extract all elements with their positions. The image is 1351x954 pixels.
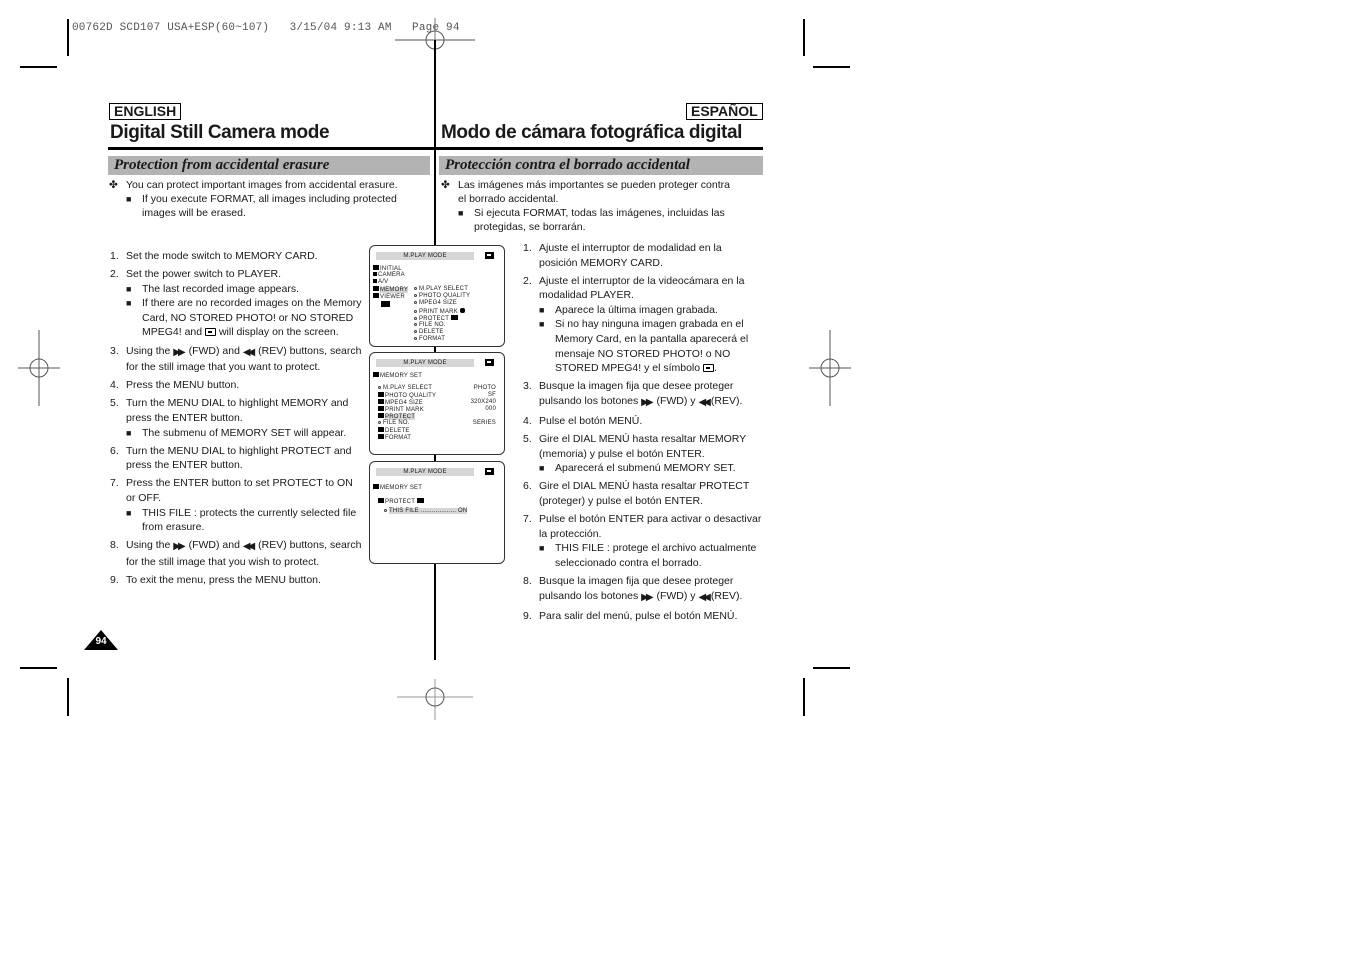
- cross-bullet-icon: ✤: [109, 179, 118, 191]
- menu-item-camera: CAMERA: [373, 272, 405, 279]
- crop-mark: [67, 678, 69, 716]
- square-bullet-icon: ■: [539, 543, 545, 554]
- crop-mark: [803, 19, 805, 56]
- rev-icon: ◀◀: [698, 396, 711, 408]
- square-bullet-icon: ■: [126, 298, 132, 309]
- submenu-item: MPEG4 SIZE: [414, 300, 457, 307]
- step: 9. Para salir del menú, pulse el botón ME…: [523, 609, 738, 622]
- submenu-item: M.PLAY SELECT: [414, 286, 468, 293]
- step: 1. Ajuste el interruptor de modalidad en …: [523, 242, 722, 269]
- screen-heading: MEMORY SET: [373, 484, 422, 492]
- registration-mark-icon: [397, 679, 473, 720]
- step: 1. Set the mode switch to MEMORY CARD.: [110, 250, 318, 262]
- lcd-screen-memory-set: M.PLAY MODE MEMORY SET M.PLAY SELECT PHOT…: [369, 352, 505, 455]
- card-icon: [381, 301, 390, 307]
- row-icon: [378, 386, 381, 389]
- fwd-icon: ▶▶: [173, 541, 186, 553]
- step: 2. Set the power switch to PLAYER. ■ The l…: [110, 268, 362, 339]
- step: 3. Using the ▶▶ (FWD) and ◀◀ (REV) button…: [110, 344, 362, 374]
- memory-set-row: FILE NO. SERIES: [378, 420, 496, 427]
- language-label-english: ENGLISH: [109, 103, 182, 120]
- crop-mark: [20, 66, 57, 68]
- step: 6. Turn the MENU DIAL to highlight PROTEC…: [110, 444, 352, 472]
- row-icon: [378, 392, 384, 397]
- row-icon: [378, 427, 384, 432]
- step: 2. Ajuste el interruptor de la videocámar…: [523, 274, 749, 375]
- steps-spanish: 1. Ajuste el interruptor de modalidad en …: [523, 241, 763, 627]
- square-bullet-icon: ■: [126, 194, 132, 204]
- rev-icon: ◀◀: [242, 346, 256, 358]
- step: 7. Press the ENTER button to set PROTECT …: [110, 477, 357, 534]
- registration-mark-icon: [18, 330, 60, 406]
- step: 4. Pulse el botón MENÚ.: [523, 415, 643, 428]
- section-heading-spanish: Protección contra el borrado accidental: [439, 156, 763, 175]
- step: 6. Gire el DIAL MENÚ hasta resaltar PROTE…: [523, 480, 750, 507]
- square-bullet-icon: ■: [539, 463, 545, 474]
- intro-english: ✤ You can protect important images from a…: [109, 179, 398, 219]
- page-number: 94: [95, 636, 107, 647]
- submenu-item: FORMAT: [414, 336, 445, 343]
- screen-title: M.PLAY MODE: [376, 359, 474, 367]
- square-bullet-icon: ■: [539, 319, 545, 330]
- menu-item-this-file: THIS FILE ................... ON: [384, 508, 468, 515]
- step: 8. Using the ▶▶ (FWD) and ◀◀ (REV) button…: [110, 539, 362, 568]
- row-icon: [378, 413, 384, 418]
- page-title-english: Digital Still Camera mode: [110, 122, 330, 143]
- menu-item-av: A/V: [373, 279, 388, 286]
- memory-card-icon: [485, 468, 494, 475]
- square-bullet-icon: ■: [126, 283, 132, 294]
- step: 3. Busque la imagen fija que desee proteg…: [523, 379, 763, 410]
- square-bullet-icon: ■: [458, 208, 464, 218]
- fwd-icon: ▶▶: [173, 346, 186, 358]
- screen-heading: MEMORY SET: [373, 372, 422, 380]
- crop-mark: [803, 678, 805, 716]
- step: 8. Busque la imagen fija que desee proteg…: [523, 574, 763, 605]
- registration-mark-icon: [809, 330, 851, 406]
- step: 7. Pulse el botón ENTER para activar o de…: [523, 513, 762, 569]
- memory-card-icon: [485, 359, 494, 366]
- square-bullet-icon: ■: [126, 427, 132, 438]
- memory-card-icon: [485, 252, 494, 259]
- row-icon: [378, 421, 381, 424]
- row-icon: [378, 434, 384, 439]
- submenu-item: FILE NO.: [414, 322, 446, 329]
- screen-title: M.PLAY MODE: [376, 468, 474, 476]
- crop-mark: [813, 667, 850, 669]
- submenu-item: DELETE: [414, 329, 444, 336]
- rev-icon: ◀◀: [698, 591, 711, 603]
- step: 4. Press the MENU button.: [110, 379, 240, 392]
- submenu-item: PHOTO QUALITY: [414, 293, 470, 300]
- language-label-spanish: ESPAÑOL: [686, 103, 763, 120]
- intro-spanish: ✤ Las imágenes más importantes se pueden …: [441, 179, 730, 233]
- section-heading-english: Protection from accidental erasure: [108, 156, 430, 175]
- step: 5. Gire el DIAL MENÚ hasta resaltar MEMOR…: [523, 433, 746, 475]
- title-rule: [436, 147, 763, 150]
- lcd-screen-main-menu: M.PLAY MODE INITIAL CAMERA A/V MEMORY VI…: [369, 245, 505, 347]
- menu-item-viewer: VIEWER: [373, 293, 405, 301]
- step: 5. Turn the MENU DIAL to highlight MEMORY…: [110, 397, 349, 439]
- memory-card-icon: [205, 328, 217, 337]
- square-bullet-icon: ■: [126, 507, 132, 518]
- menu-item-protect: PROTECT: [378, 498, 424, 506]
- screen-title: M.PLAY MODE: [376, 252, 474, 260]
- crop-mark: [67, 19, 69, 56]
- crop-mark: [20, 667, 57, 669]
- crop-mark: [813, 66, 850, 68]
- memory-set-row: FORMAT: [378, 434, 496, 442]
- memory-set-row: M.PLAY SELECT PHOTO: [378, 385, 496, 392]
- row-icon: [378, 406, 384, 411]
- lcd-screen-protect: M.PLAY MODE MEMORY SET PROTECT THIS FILE…: [369, 461, 505, 564]
- square-bullet-icon: ■: [539, 304, 545, 315]
- page-title-spanish: Modo de cámara fotográfica digital: [441, 122, 743, 143]
- steps-english: 1. Set the mode switch to MEMORY CARD. 2.…: [110, 249, 362, 591]
- column-divider: [434, 40, 436, 660]
- cross-bullet-icon: ✤: [441, 179, 450, 191]
- title-rule: [108, 147, 435, 150]
- step: 9. To exit the menu, press the MENU butto…: [110, 573, 321, 586]
- row-icon: [378, 399, 384, 404]
- fwd-icon: ▶▶: [641, 591, 654, 603]
- rev-icon: ◀◀: [242, 541, 256, 553]
- fwd-icon: ▶▶: [641, 396, 654, 408]
- memory-card-icon: [703, 364, 715, 373]
